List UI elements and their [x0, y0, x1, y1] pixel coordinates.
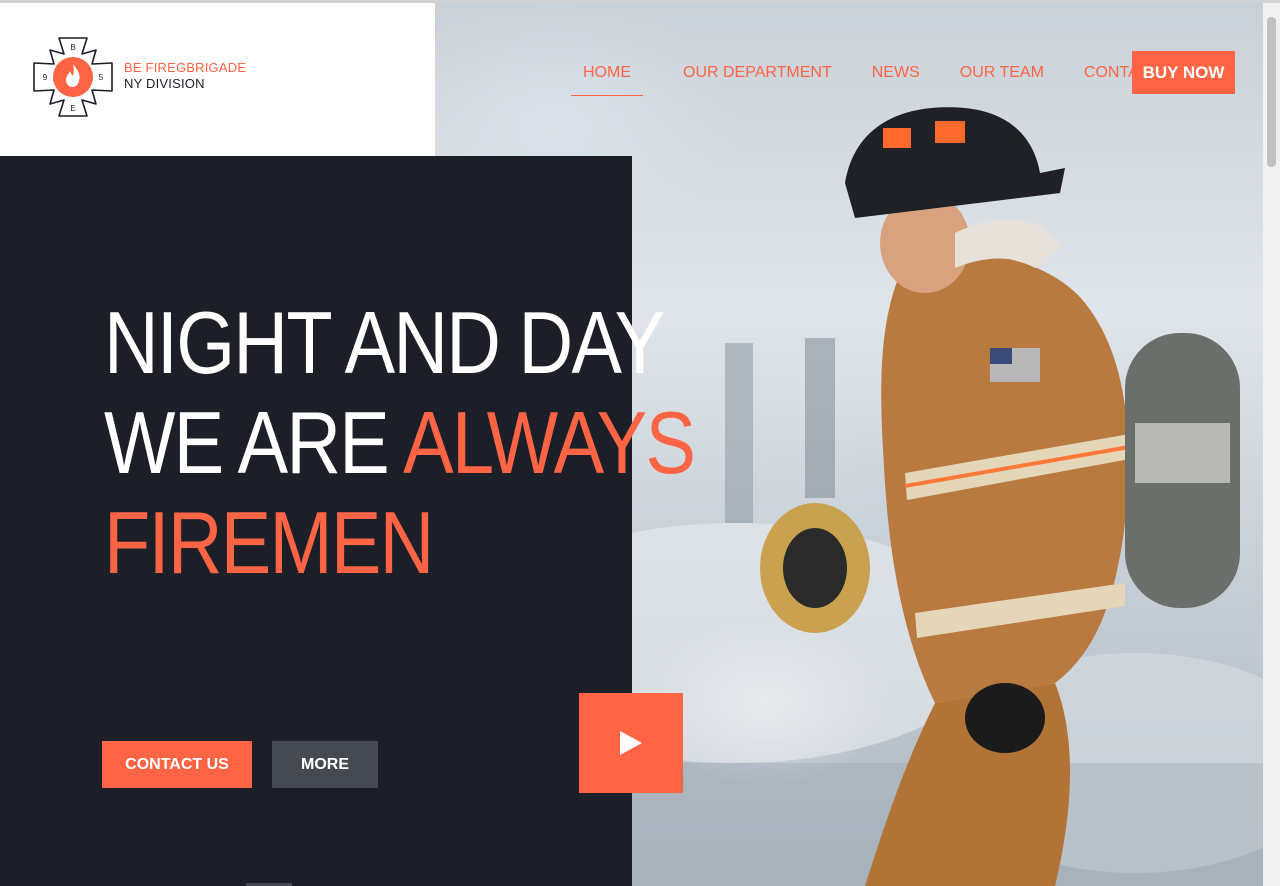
scrollbar-thumb[interactable]	[1267, 17, 1276, 167]
play-video-button[interactable]	[579, 693, 683, 793]
headline-line-3: FIREMEN	[104, 493, 434, 592]
maltese-cross-logo-icon[interactable]: B 9 5 E	[32, 36, 114, 118]
headline-accent-word: ALWAYS	[403, 393, 696, 492]
play-icon	[620, 731, 642, 755]
more-button[interactable]: MORE	[272, 741, 378, 788]
main-nav: HOME OUR DEPARTMENT NEWS OUR TEAM CONTAC…	[571, 64, 1200, 96]
emblem-letter-right: 5	[99, 73, 104, 82]
page: B 9 5 E BE FIREGBRIGADE NY DIVISION HOME…	[0, 0, 1280, 886]
emblem-letter-bottom: E	[70, 104, 75, 113]
emblem-letter-top: B	[70, 43, 75, 52]
contact-us-button[interactable]: CONTACT US	[102, 741, 252, 788]
headline-line-1: NIGHT AND DAY	[104, 293, 665, 392]
nav-item-news[interactable]: NEWS	[872, 64, 920, 96]
buy-now-button[interactable]: BUY NOW	[1132, 51, 1235, 94]
nav-item-our-department[interactable]: OUR DEPARTMENT	[683, 64, 832, 96]
hero-headline: NIGHT AND DAY WE ARE ALWAYS FIREMEN	[104, 293, 696, 593]
brand-name[interactable]: BE FIREGBRIGADE NY DIVISION	[124, 60, 246, 92]
nav-item-home[interactable]: HOME	[571, 64, 643, 96]
header-logo-area: B 9 5 E BE FIREGBRIGADE NY DIVISION	[0, 3, 435, 156]
nav-item-our-team[interactable]: OUR TEAM	[960, 64, 1044, 96]
emblem-letter-left: 9	[43, 73, 48, 82]
brand-name-line1: BE FIREGBRIGADE	[124, 60, 247, 75]
page-scrollbar[interactable]	[1263, 3, 1280, 886]
headline-line-2-white: WE ARE	[104, 393, 404, 492]
brand-name-line2: NY DIVISION	[124, 76, 205, 91]
headline-line-2: WE ARE ALWAYS	[104, 393, 696, 493]
